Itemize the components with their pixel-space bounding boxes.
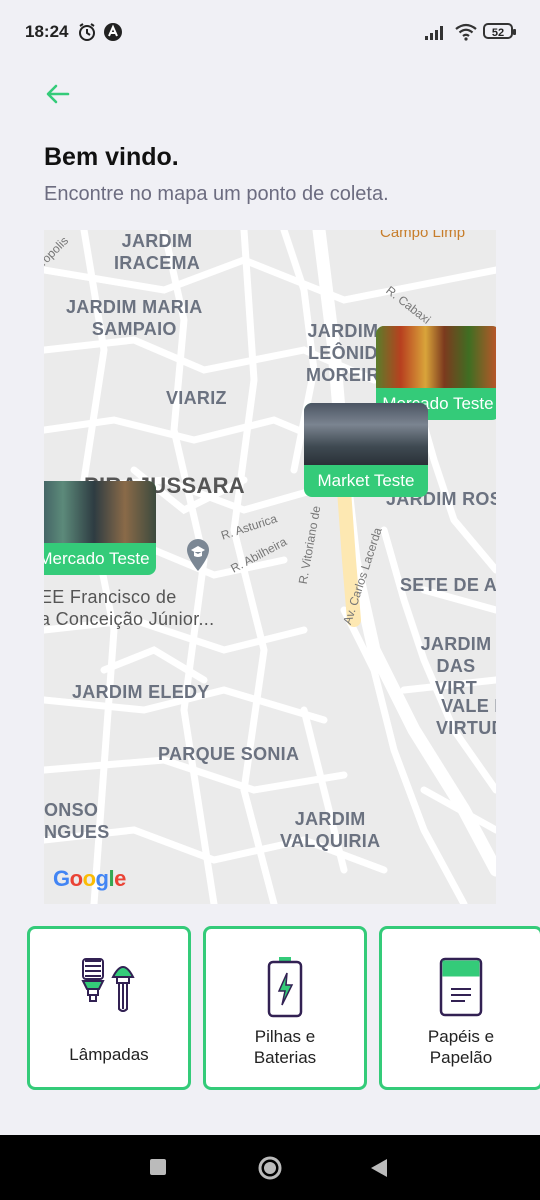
status-bar: 18:24 52 — [0, 0, 540, 64]
system-navigation-bar — [0, 1135, 540, 1200]
paper-icon — [439, 957, 483, 1017]
page-title: Bem vindo. — [44, 143, 179, 171]
collection-point-photo — [376, 326, 496, 388]
back-arrow-icon[interactable] — [44, 80, 72, 108]
map-label-viariz: VIARIZ — [166, 388, 227, 408]
map-label-jardim-valquiria: JARDIM VALQUIRIA — [280, 809, 381, 851]
collection-point-photo — [304, 403, 428, 465]
home-icon[interactable] — [257, 1155, 283, 1181]
lamps-icon — [81, 958, 135, 1012]
item-card-papeis[interactable]: Papéis e Papelão — [379, 926, 540, 1090]
map-view[interactable]: JARDIM IRACEMA JARDIM MARIA SAMPAIO JARD… — [44, 230, 496, 904]
item-card-label: Lâmpadas — [69, 1045, 149, 1064]
map-label-afonso: ONSO NGUES — [44, 800, 110, 842]
item-card-label: Pilhas e Baterias — [253, 1027, 317, 1067]
map-label-jardim-maria-sampaio: JARDIM MARIA SAMPAIO — [66, 297, 203, 339]
status-time: 18:24 — [25, 22, 69, 41]
map-label-campo-limpo: Campo Limp — [380, 230, 466, 241]
map-label-school: EE Francisco de a Conceição Júnior... — [44, 587, 215, 629]
map-label-jardim-iracema: JARDIM IRACEMA — [114, 231, 201, 273]
battery-icon — [267, 957, 303, 1018]
battery-indicator: 52 — [483, 23, 516, 39]
map-label-jardim-leonidas: JARDIM LEÔNID MOREIR — [306, 321, 380, 385]
item-card-label: Papéis e Papelão — [427, 1027, 495, 1067]
alarm-icon — [79, 23, 95, 41]
collection-point-pin[interactable]: Market Teste — [304, 403, 428, 497]
google-logo: Google — [53, 866, 126, 891]
recent-apps-icon[interactable] — [150, 1159, 166, 1175]
collection-point-label: Mercado Teste — [44, 549, 150, 568]
map-label-jardim-das-virtudes: JARDIM DAS VIRT — [420, 634, 492, 698]
collection-point-photo — [44, 481, 156, 543]
page-subtitle: Encontre no mapa um ponto de coleta. — [44, 183, 389, 205]
map-label-parque-sonia: PARQUE SONIA — [158, 744, 300, 764]
wifi-icon — [455, 23, 477, 41]
app-notification-icon — [104, 23, 122, 41]
map-label-vale-das-virtudes: VALE I VIRTUD — [436, 696, 496, 738]
item-card-lampadas[interactable]: Lâmpadas — [27, 926, 191, 1090]
item-card-pilhas[interactable]: Pilhas e Baterias — [203, 926, 367, 1090]
school-pin-icon[interactable] — [185, 538, 211, 572]
items-carousel[interactable]: Lâmpadas Pilhas e Baterias Papéis e Pape… — [27, 926, 540, 1090]
map-label-jardim-eledy: JARDIM ELEDY — [72, 682, 210, 702]
signal-icon — [425, 26, 443, 40]
map-label-sete-de-abril: SETE DE AB — [400, 575, 496, 595]
back-nav-icon[interactable] — [371, 1159, 389, 1177]
collection-point-label: Market Teste — [317, 471, 415, 490]
collection-point-pin[interactable]: Mercado Teste — [44, 481, 156, 575]
